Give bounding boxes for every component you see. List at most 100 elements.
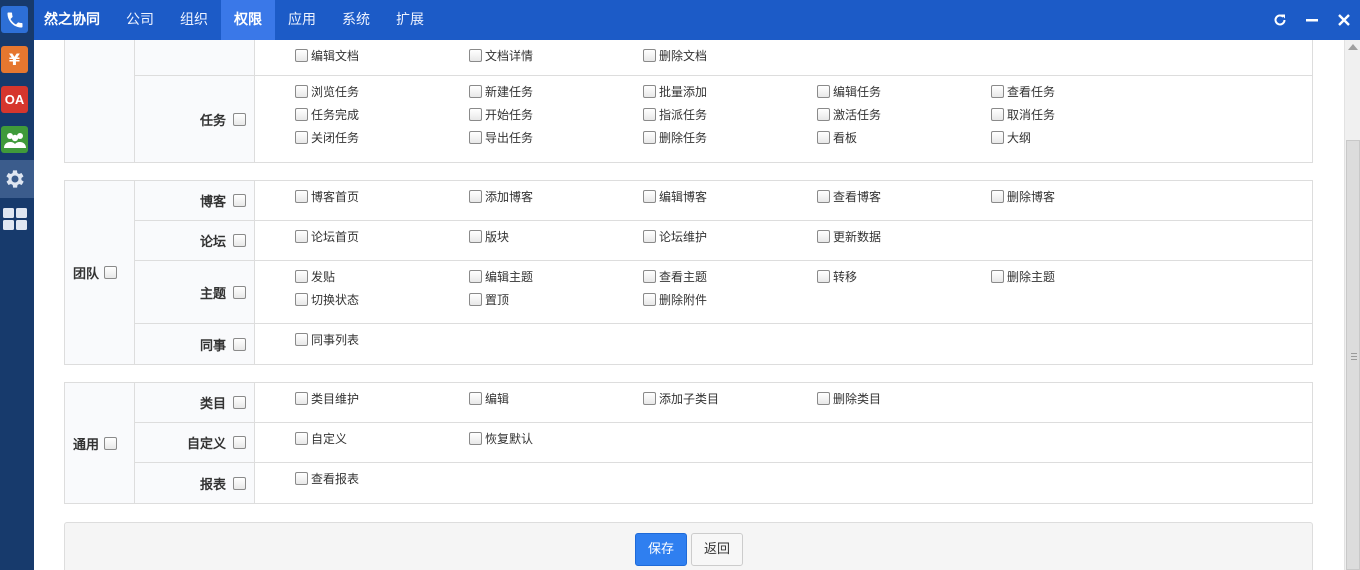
- module-select-all-checkbox[interactable]: [233, 234, 246, 247]
- permission-checkbox[interactable]: [295, 49, 308, 62]
- permission-checkbox[interactable]: [643, 270, 656, 283]
- module-select-all-checkbox[interactable]: [233, 337, 246, 351]
- permission-checkbox[interactable]: [991, 190, 1004, 203]
- permission-checkbox[interactable]: [817, 131, 830, 144]
- permission-option[interactable]: 编辑博客: [643, 188, 707, 205]
- permission-option[interactable]: 置顶: [469, 291, 509, 308]
- permission-option[interactable]: 任务完成: [295, 106, 359, 123]
- group-select-all-checkbox[interactable]: [104, 436, 118, 450]
- permission-checkbox[interactable]: [643, 293, 656, 306]
- permission-checkbox[interactable]: [991, 131, 1004, 144]
- minimize-button[interactable]: [1296, 0, 1328, 40]
- permission-option[interactable]: 添加博客: [469, 188, 533, 205]
- permission-checkbox[interactable]: [295, 333, 308, 346]
- brand-title[interactable]: 然之协同: [44, 0, 100, 40]
- permission-option[interactable]: 查看主题: [643, 268, 707, 285]
- permission-checkbox[interactable]: [295, 293, 308, 306]
- finance-app-button[interactable]: ¥: [1, 46, 28, 73]
- permission-checkbox[interactable]: [295, 190, 308, 203]
- all-apps-button[interactable]: [1, 205, 28, 232]
- group-select-all-checkbox[interactable]: [104, 266, 118, 279]
- permission-checkbox[interactable]: [643, 230, 656, 243]
- permission-checkbox[interactable]: [469, 392, 482, 405]
- permission-option[interactable]: 新建任务: [469, 83, 533, 100]
- permission-checkbox[interactable]: [295, 270, 308, 283]
- close-button[interactable]: [1328, 0, 1360, 40]
- permission-checkbox[interactable]: [469, 230, 482, 243]
- permission-checkbox[interactable]: [469, 270, 482, 283]
- permission-option[interactable]: 删除附件: [643, 291, 707, 308]
- permission-option[interactable]: 指派任务: [643, 106, 707, 123]
- permission-option[interactable]: 博客首页: [295, 188, 359, 205]
- nav-item-4[interactable]: 系统: [329, 0, 383, 40]
- permission-option[interactable]: 看板: [817, 129, 857, 146]
- permission-option[interactable]: 开始任务: [469, 106, 533, 123]
- save-button[interactable]: 保存: [635, 533, 688, 566]
- permission-option[interactable]: 批量添加: [643, 83, 707, 100]
- permission-checkbox[interactable]: [643, 108, 656, 121]
- permission-checkbox[interactable]: [295, 108, 308, 121]
- back-button[interactable]: 返回: [691, 533, 744, 566]
- permission-checkbox[interactable]: [469, 293, 482, 306]
- permission-option[interactable]: 删除任务: [643, 129, 707, 146]
- permission-option[interactable]: 关闭任务: [295, 129, 359, 146]
- permission-option[interactable]: 取消任务: [991, 106, 1055, 123]
- module-select-all-checkbox[interactable]: [233, 112, 246, 126]
- permission-option[interactable]: 发贴: [295, 268, 335, 285]
- permission-checkbox[interactable]: [643, 190, 656, 203]
- permission-checkbox[interactable]: [295, 230, 308, 243]
- permission-checkbox[interactable]: [643, 49, 656, 62]
- permission-option[interactable]: 查看报表: [295, 470, 359, 487]
- permission-checkbox[interactable]: [469, 85, 482, 98]
- permission-option[interactable]: 浏览任务: [295, 83, 359, 100]
- permission-option[interactable]: 激活任务: [817, 106, 881, 123]
- permission-option[interactable]: 论坛首页: [295, 228, 359, 245]
- scroll-up-arrow-icon[interactable]: [1348, 44, 1358, 50]
- permission-option[interactable]: 添加子类目: [643, 390, 719, 407]
- phone-app-button[interactable]: [1, 6, 28, 33]
- permission-checkbox[interactable]: [817, 270, 830, 283]
- permission-option[interactable]: 自定义: [295, 430, 347, 447]
- scrollbar-thumb[interactable]: [1346, 140, 1360, 570]
- permission-option[interactable]: 恢复默认: [469, 430, 533, 447]
- permission-checkbox[interactable]: [295, 85, 308, 98]
- permission-checkbox[interactable]: [469, 190, 482, 203]
- permission-option[interactable]: 同事列表: [295, 331, 359, 348]
- permission-checkbox[interactable]: [295, 392, 308, 405]
- module-select-all-checkbox[interactable]: [233, 436, 246, 449]
- oa-app-button[interactable]: OA: [1, 86, 28, 113]
- permission-option[interactable]: 删除文档: [643, 47, 707, 64]
- permission-checkbox[interactable]: [991, 108, 1004, 121]
- nav-item-0[interactable]: 公司: [113, 0, 167, 40]
- vertical-scrollbar[interactable]: [1344, 40, 1360, 570]
- permission-option[interactable]: 删除类目: [817, 390, 881, 407]
- refresh-button[interactable]: [1264, 0, 1296, 40]
- permission-option[interactable]: 导出任务: [469, 129, 533, 146]
- team-app-button[interactable]: [1, 126, 28, 153]
- permission-checkbox[interactable]: [295, 131, 308, 144]
- permission-option[interactable]: 类目维护: [295, 390, 359, 407]
- permission-checkbox[interactable]: [817, 392, 830, 405]
- nav-item-1[interactable]: 组织: [167, 0, 221, 40]
- permission-checkbox[interactable]: [643, 85, 656, 98]
- module-select-all-checkbox[interactable]: [233, 476, 246, 490]
- permission-option[interactable]: 论坛维护: [643, 228, 707, 245]
- permission-option[interactable]: 文档详情: [469, 47, 533, 64]
- permission-option[interactable]: 转移: [817, 268, 857, 285]
- module-select-all-checkbox[interactable]: [233, 285, 246, 299]
- permission-option[interactable]: 切换状态: [295, 291, 359, 308]
- settings-app-button[interactable]: [1, 165, 28, 192]
- permission-checkbox[interactable]: [295, 472, 308, 485]
- module-select-all-checkbox[interactable]: [233, 396, 246, 409]
- permission-option[interactable]: 编辑任务: [817, 83, 881, 100]
- permission-checkbox[interactable]: [817, 190, 830, 203]
- permission-checkbox[interactable]: [817, 230, 830, 243]
- permission-option[interactable]: 更新数据: [817, 228, 881, 245]
- permission-checkbox[interactable]: [643, 392, 656, 405]
- permission-checkbox[interactable]: [817, 85, 830, 98]
- permission-checkbox[interactable]: [991, 270, 1004, 283]
- permission-checkbox[interactable]: [469, 131, 482, 144]
- permission-checkbox[interactable]: [991, 85, 1004, 98]
- permission-checkbox[interactable]: [643, 131, 656, 144]
- permission-option[interactable]: 删除博客: [991, 188, 1055, 205]
